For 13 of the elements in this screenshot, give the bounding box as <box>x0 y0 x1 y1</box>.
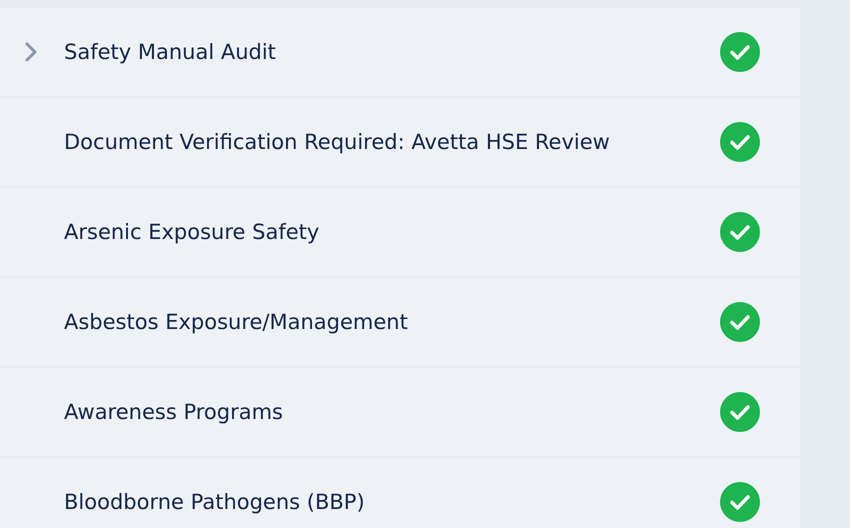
list-row[interactable]: Safety Manual Audit <box>0 8 800 96</box>
item-title: Bloodborne Pathogens (BBP) <box>64 490 366 514</box>
item-title: Asbestos Exposure/Management <box>64 310 409 334</box>
item-title: Arsenic Exposure Safety <box>64 220 320 244</box>
list-row[interactable]: Asbestos Exposure/Management <box>0 278 800 366</box>
chevron-right-icon[interactable] <box>25 42 37 62</box>
list-row[interactable]: Bloodborne Pathogens (BBP) <box>0 458 800 528</box>
list-row[interactable]: Document Verification Required: Avetta HSE Review <box>0 98 800 186</box>
item-title: Safety Manual Audit <box>64 40 277 64</box>
item-title: Awareness Programs <box>64 400 284 424</box>
list-row[interactable]: Awareness Programs <box>0 368 800 456</box>
item-title: Document Verification Required: Avetta HSE Review <box>64 130 611 154</box>
list-row[interactable]: Arsenic Exposure Safety <box>0 188 800 276</box>
